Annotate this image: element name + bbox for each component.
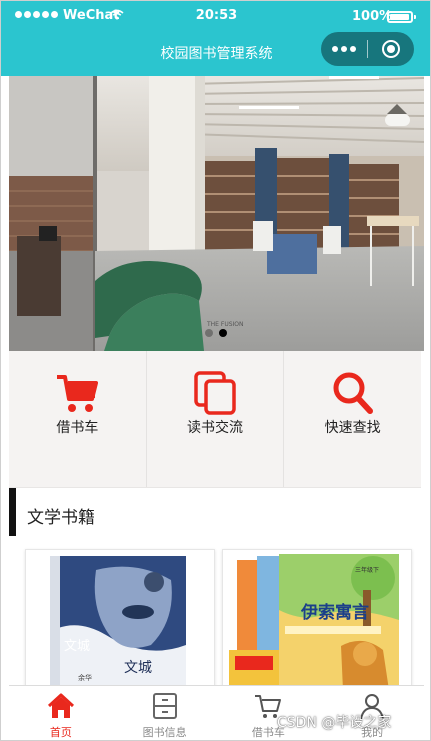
book-grade-badge: 三年级下: [355, 566, 379, 574]
photo-caption: THE FUSION: [206, 321, 244, 328]
book-author: 余华: [78, 673, 92, 682]
tab-label-home: 首页: [49, 726, 72, 739]
book-cover-wencheng: 文城 文城 余华: [26, 550, 214, 688]
book-title-aesop: 伊索寓言: [300, 602, 369, 623]
tab-books-info[interactable]: 图书信息: [113, 686, 217, 740]
menu-label-search: 快速查找: [324, 420, 381, 436]
more-dots-icon[interactable]: [321, 32, 367, 66]
cabinet-icon: [152, 693, 177, 719]
copy-icon: [194, 371, 236, 415]
carousel-indicators: [1, 329, 430, 337]
search-icon: [333, 372, 373, 414]
book-card[interactable]: 文城 文城 余华: [25, 549, 215, 689]
target-close-icon[interactable]: [368, 32, 414, 66]
status-bar: WeChat 20:53 100%: [1, 1, 430, 31]
menu-item-exchange[interactable]: 读书交流: [147, 351, 285, 487]
carousel-dot[interactable]: [218, 329, 227, 337]
watermark-text: CSDN @毕设之家: [277, 715, 392, 731]
book-list: 文城 文城 余华 伊索寓言 三年级下: [25, 549, 413, 689]
book-cover-aesop: 伊索寓言 三年级下: [223, 550, 411, 688]
menu-item-cart[interactable]: 借书车: [9, 351, 147, 487]
book-card[interactable]: 伊索寓言 三年级下: [222, 549, 412, 689]
menu-item-search[interactable]: 快速查找: [284, 351, 421, 487]
section-header: 文学书籍: [9, 488, 424, 540]
tab-home[interactable]: 首页: [9, 686, 113, 740]
cart-icon: [57, 375, 99, 412]
book-title-wencheng-large: 文城: [124, 660, 152, 676]
battery-icon: [387, 11, 416, 23]
carousel-dot[interactable]: [204, 329, 213, 337]
menu-label-exchange: 读书交流: [187, 420, 243, 436]
tab-label-books-info: 图书信息: [142, 726, 187, 739]
menu-label-cart: 借书车: [56, 420, 99, 436]
phone-screen: WeChat 20:53 100% 校园图书管理系统 THE FUSION 借书…: [0, 0, 431, 741]
banner-carousel[interactable]: THE FUSION: [9, 76, 424, 351]
navigation-bar: WeChat 20:53 100% 校园图书管理系统: [1, 1, 430, 76]
section-title: 文学书籍: [27, 508, 95, 528]
library-photo: THE FUSION: [9, 76, 424, 351]
section-accent-bar: [9, 488, 16, 536]
quick-menu: 借书车 读书交流 快速查找: [9, 351, 421, 488]
miniprogram-capsule: [321, 32, 414, 66]
book-title-wencheng: 文城: [64, 639, 90, 654]
home-icon: [47, 693, 74, 718]
